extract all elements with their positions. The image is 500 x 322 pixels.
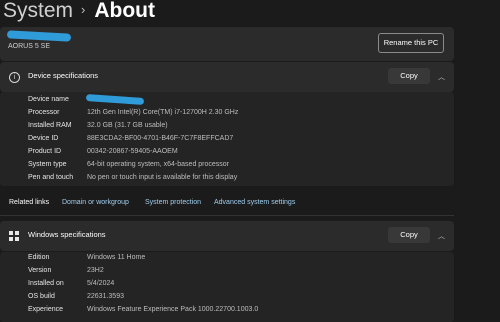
- spec-key: System type: [28, 161, 67, 168]
- spec-value: 32.0 GB (31.7 GB usable): [87, 122, 168, 129]
- windows-specifications-title: Windows specifications: [28, 230, 106, 239]
- link-domain-or-workgroup[interactable]: Domain or workgroup: [62, 199, 129, 206]
- spec-key: OS build: [28, 293, 55, 300]
- device-specifications-title: Device specifications: [28, 71, 99, 80]
- related-links-label: Related links: [9, 199, 50, 206]
- spec-key: Version: [28, 267, 52, 274]
- spec-value: 64-bit operating system, x64-based proce…: [87, 161, 230, 168]
- spec-key: Device name: [28, 96, 69, 103]
- device-specifications-header[interactable]: i Device specifications Copy ︿: [0, 62, 454, 92]
- spec-key: Experience: [28, 306, 64, 313]
- windows-specifications-header[interactable]: Windows specifications Copy ︿: [0, 221, 454, 251]
- breadcrumb: System › About: [3, 0, 155, 24]
- related-links-bar: Related links Domain or workgroup System…: [0, 194, 454, 214]
- link-system-protection[interactable]: System protection: [145, 199, 201, 206]
- pc-name-redaction: [6, 30, 72, 42]
- copy-device-specs-button[interactable]: Copy: [388, 68, 430, 84]
- link-advanced-system-settings[interactable]: Advanced system settings: [214, 199, 295, 206]
- windows-logo-icon: [9, 231, 19, 241]
- spec-value: No pen or touch input is available for t…: [87, 174, 238, 181]
- spec-key: Edition: [28, 254, 50, 261]
- spec-value: 88E3CDA2-BF00-4701-B46F-7C7F8EFFCAD7: [87, 135, 234, 142]
- divider: [0, 215, 454, 216]
- spec-key: Device ID: [28, 135, 59, 142]
- device-specifications-body: Device name Processor 12th Gen Intel(R) …: [0, 92, 454, 186]
- pc-name-card: AORUS 5 SE Rename this PC: [0, 27, 454, 61]
- spec-value: 5/4/2024: [87, 280, 115, 287]
- chevron-up-icon[interactable]: ︿: [438, 231, 445, 241]
- info-icon: i: [9, 72, 20, 83]
- spec-value: 23H2: [87, 267, 104, 274]
- chevron-up-icon[interactable]: ︿: [438, 72, 445, 82]
- spec-key: Installed on: [28, 280, 64, 287]
- spec-key: Pen and touch: [28, 174, 74, 181]
- spec-value: 00342-20867-59405-AAOEM: [87, 148, 178, 155]
- spec-key: Installed RAM: [28, 122, 72, 129]
- spec-value: Windows 11 Home: [87, 254, 146, 261]
- windows-specifications-body: Edition Windows 11 Home Version 23H2 Ins…: [0, 252, 454, 322]
- spec-key: Product ID: [28, 148, 62, 155]
- pc-model: AORUS 5 SE: [8, 43, 51, 50]
- spec-key: Processor: [28, 109, 60, 116]
- rename-pc-button[interactable]: Rename this PC: [378, 33, 444, 53]
- spec-value: 22631.3593: [87, 293, 124, 300]
- device-name-redaction: [85, 93, 145, 106]
- page-title: About: [94, 0, 156, 22]
- breadcrumb-separator: ›: [81, 2, 86, 17]
- spec-value: Windows Feature Experience Pack 1000.227…: [87, 306, 259, 313]
- breadcrumb-system[interactable]: System: [3, 0, 73, 22]
- spec-value: 12th Gen Intel(R) Core(TM) i7-12700H 2.3…: [87, 109, 239, 116]
- copy-windows-specs-button[interactable]: Copy: [388, 227, 430, 243]
